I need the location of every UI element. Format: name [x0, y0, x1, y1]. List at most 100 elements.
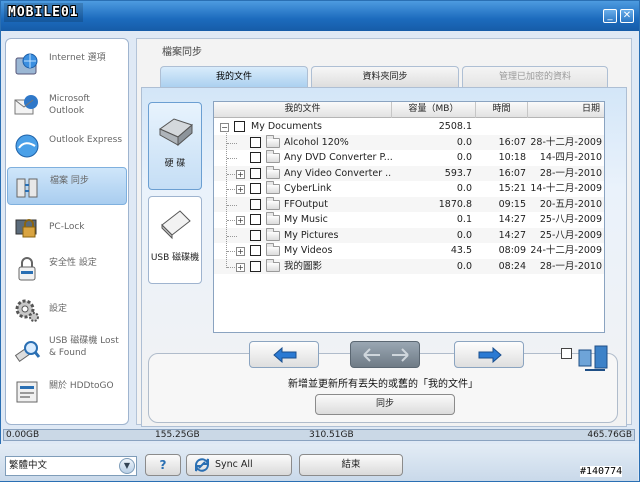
tab-encrypted-data: 管理已加密的資料: [462, 66, 608, 88]
tree-header: 我的文件 容量（MB） 時間 日期: [214, 102, 604, 118]
row-name: Any Video Converter ...: [284, 167, 392, 179]
row-name: Any DVD Converter P...: [284, 152, 392, 163]
language-value: 繁體中文: [9, 460, 48, 471]
tree-row[interactable]: + Any Video Converter ... 593.7 16:07 28-一月-…: [214, 165, 604, 181]
scale-tick: 0.00GB: [6, 430, 40, 440]
expand-icon[interactable]: +: [236, 262, 245, 272]
col-header-date[interactable]: 日期: [528, 102, 604, 118]
tree-row[interactable]: + 我的圖影 0.0 08:24 28-一月-2010: [214, 258, 604, 274]
tab-my-documents[interactable]: 我的文件: [160, 66, 308, 88]
help-icon: ?: [159, 458, 167, 472]
sidebar-item-outlook[interactable]: Microsoft Outlook: [7, 86, 127, 124]
row-date: 25-八月-2009: [539, 214, 602, 225]
row-checkbox[interactable]: [250, 198, 261, 210]
expand-icon[interactable]: +: [236, 247, 245, 256]
sidebar-item-label: Outlook Express: [49, 135, 123, 145]
tree-row[interactable]: + My Videos 43.5 08:09 24-十二月-2009: [214, 243, 604, 259]
row-time: 08:24: [498, 260, 526, 272]
option-checkbox[interactable]: [561, 348, 572, 359]
sidebar-item-about[interactable]: 關於 HDDtoGO: [7, 373, 127, 411]
sync-device-icon: [578, 345, 608, 371]
exit-button[interactable]: 結束: [299, 454, 403, 476]
row-time: 16:07: [498, 167, 526, 179]
tree-row[interactable]: Alcohol 120% 0.0 16:07 28-十二月-2009: [214, 134, 604, 150]
sidebar-item-pc-lock[interactable]: PC-Lock: [7, 209, 127, 247]
row-time: 08:09: [498, 245, 526, 256]
row-date: 24-十二月-2009: [530, 245, 602, 256]
copy-right-button[interactable]: [454, 341, 524, 368]
folder-icon: [266, 212, 280, 225]
expand-icon[interactable]: +: [236, 169, 245, 179]
expand-icon[interactable]: +: [236, 185, 245, 194]
documents-tree[interactable]: 我的文件 容量（MB） 時間 日期 − My Documents 2508.1 Alc…: [213, 101, 605, 333]
row-checkbox[interactable]: [250, 245, 261, 256]
arrow-both-icon: [363, 348, 409, 362]
sync-all-button[interactable]: Sync All: [186, 454, 292, 476]
tree-row[interactable]: FFOutput 1870.8 09:15 20-五月-2010: [214, 196, 604, 212]
sync-button[interactable]: 同步: [315, 394, 455, 415]
usb-drive-icon: [161, 210, 191, 240]
close-button[interactable]: ✕: [620, 9, 634, 23]
about-icon: [16, 381, 38, 403]
col-header-size[interactable]: 容量（MB）: [392, 102, 476, 118]
folder-icon: [266, 258, 280, 272]
sync-all-label: Sync All: [215, 459, 253, 470]
row-size: 0.0: [456, 152, 472, 163]
language-select[interactable]: 繁體中文 ▼: [5, 456, 137, 476]
sidebar-item-label: 設定: [49, 304, 68, 314]
action-description: 新增並更新所有丟失的或舊的「我的文件」: [288, 379, 478, 390]
col-header-time[interactable]: 時間: [476, 102, 528, 118]
row-checkbox[interactable]: [250, 136, 261, 148]
row-checkbox[interactable]: [250, 260, 261, 272]
tree-row[interactable]: + CyberLink 0.0 15:21 14-十二月-2009: [214, 181, 604, 197]
row-size: 0.1: [456, 214, 472, 225]
row-name: My Videos: [284, 245, 333, 256]
sidebar: Internet 選項 Microsoft Outlook Outlook Ex…: [5, 38, 129, 425]
help-button[interactable]: ?: [145, 454, 181, 476]
hard-disk-button[interactable]: 硬 碟: [148, 102, 202, 190]
sidebar-item-label: USB 磁碟機 Lost & Found: [49, 336, 119, 358]
row-time: 10:18: [498, 152, 526, 163]
sidebar-item-settings[interactable]: 設定: [7, 291, 127, 329]
sidebar-item-usb-lost-found[interactable]: USB 磁碟機 Lost & Found: [7, 332, 127, 370]
tab-folder-sync[interactable]: 資料夾同步: [311, 66, 459, 88]
sidebar-item-security[interactable]: 安全性 設定: [7, 250, 127, 288]
row-name: My Music: [284, 214, 328, 225]
hard-disk-label: 硬 碟: [164, 159, 186, 169]
copy-left-button[interactable]: [249, 341, 319, 368]
row-checkbox[interactable]: [250, 167, 261, 179]
tree-line: [227, 235, 237, 237]
tree-row[interactable]: My Pictures 0.0 14:27 25-八月-2009: [214, 227, 604, 243]
row-date: 25-八月-2009: [539, 229, 602, 241]
row-checkbox[interactable]: [250, 214, 261, 225]
chevron-down-icon[interactable]: ▼: [119, 458, 135, 474]
row-time: 14:27: [498, 229, 526, 241]
expand-icon[interactable]: +: [236, 216, 245, 225]
tree-root-row[interactable]: − My Documents 2508.1: [214, 119, 604, 135]
row-size: 0.0: [456, 229, 472, 241]
row-checkbox[interactable]: [250, 229, 261, 241]
row-time: 09:15: [498, 198, 526, 210]
tree-row[interactable]: Any DVD Converter P... 0.0 10:18 14-四月-2010: [214, 150, 604, 166]
collapse-icon[interactable]: −: [220, 123, 229, 132]
tree-row[interactable]: + My Music 0.1 14:27 25-八月-2009: [214, 212, 604, 228]
row-checkbox[interactable]: [234, 121, 245, 132]
row-checkbox[interactable]: [250, 183, 261, 194]
col-header-name[interactable]: 我的文件: [214, 102, 392, 118]
col-header-time-label: 時間: [492, 104, 511, 114]
folder-icon: [266, 134, 280, 148]
minimize-button[interactable]: _: [603, 9, 617, 23]
refresh-icon: [195, 458, 209, 472]
security-icon: [18, 257, 36, 281]
row-date: 20-五月-2010: [539, 198, 602, 210]
folder-icon: [266, 181, 280, 194]
row-date: 28-一月-2010: [539, 260, 602, 272]
row-size: 2508.1: [438, 121, 472, 132]
usb-drive-button[interactable]: USB 磁碟機: [148, 196, 202, 284]
sidebar-item-file-sync[interactable]: 檔案 同步: [7, 167, 127, 205]
sidebar-item-internet[interactable]: Internet 選項: [7, 45, 127, 83]
row-name: FFOutput: [284, 198, 328, 210]
row-checkbox[interactable]: [250, 152, 261, 163]
sidebar-item-outlook-express[interactable]: Outlook Express: [7, 127, 127, 165]
scale-tick: 465.76GB: [587, 430, 632, 440]
